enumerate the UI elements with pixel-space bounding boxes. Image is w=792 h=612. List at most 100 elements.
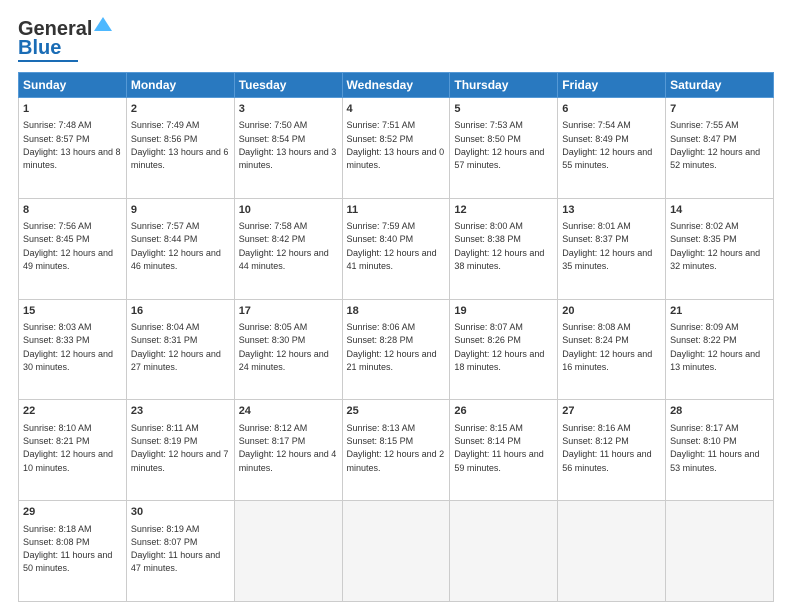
day-number: 10 — [239, 203, 338, 218]
calendar-day-cell: 18 Sunrise: 8:06 AMSunset: 8:28 PMDayligh… — [342, 299, 450, 400]
calendar-day-cell: 10 Sunrise: 7:58 AMSunset: 8:42 PMDayligh… — [234, 198, 342, 299]
day-number: 29 — [23, 505, 122, 520]
page: General Blue SundayMondayTuesdayWednesda… — [0, 0, 792, 612]
day-info: Sunrise: 7:48 AMSunset: 8:57 PMDaylight:… — [23, 120, 121, 170]
calendar-day-cell: 15Sunrise: 8:03 AMSunset: 8:33 PMDayligh… — [19, 299, 127, 400]
day-header-thursday: Thursday — [450, 73, 558, 98]
calendar-header-row: SundayMondayTuesdayWednesdayThursdayFrid… — [19, 73, 774, 98]
day-number: 2 — [131, 102, 230, 117]
day-header-monday: Monday — [126, 73, 234, 98]
logo: General Blue — [18, 18, 112, 62]
calendar-day-cell: 16 Sunrise: 8:04 AMSunset: 8:31 PMDayligh… — [126, 299, 234, 400]
calendar-day-cell — [342, 501, 450, 602]
calendar-day-cell: 9 Sunrise: 7:57 AMSunset: 8:44 PMDaylight… — [126, 198, 234, 299]
day-number: 27 — [562, 404, 661, 419]
day-number: 14 — [670, 203, 769, 218]
calendar-day-cell: 13Sunrise: 8:01 AMSunset: 8:37 PMDayligh… — [558, 198, 666, 299]
day-number: 1 — [23, 102, 122, 117]
day-info: Sunrise: 7:49 AMSunset: 8:56 PMDaylight:… — [131, 120, 229, 170]
day-header-friday: Friday — [558, 73, 666, 98]
day-header-sunday: Sunday — [19, 73, 127, 98]
day-info: Sunrise: 7:59 AMSunset: 8:40 PMDaylight:… — [347, 221, 437, 271]
calendar-day-cell: 30Sunrise: 8:19 AMSunset: 8:07 PMDayligh… — [126, 501, 234, 602]
calendar-week-row: 29 Sunrise: 8:18 AMSunset: 8:08 PMDayligh… — [19, 501, 774, 602]
day-info: Sunrise: 8:06 AMSunset: 8:28 PMDaylight:… — [347, 322, 437, 372]
calendar-week-row: 1 Sunrise: 7:48 AMSunset: 8:57 PMDaylight… — [19, 98, 774, 199]
day-number: 8 — [23, 203, 122, 218]
day-info: Sunrise: 8:04 AMSunset: 8:31 PMDaylight:… — [131, 322, 221, 372]
calendar-day-cell: 28 Sunrise: 8:17 AMSunset: 8:10 PMDayligh… — [666, 400, 774, 501]
day-number: 11 — [347, 203, 446, 218]
calendar-day-cell: 11 Sunrise: 7:59 AMSunset: 8:40 PMDayligh… — [342, 198, 450, 299]
calendar-day-cell: 26 Sunrise: 8:15 AMSunset: 8:14 PMDayligh… — [450, 400, 558, 501]
day-number: 21 — [670, 304, 769, 319]
calendar-day-cell: 1 Sunrise: 7:48 AMSunset: 8:57 PMDaylight… — [19, 98, 127, 199]
calendar-day-cell: 20 Sunrise: 8:08 AMSunset: 8:24 PMDayligh… — [558, 299, 666, 400]
day-header-wednesday: Wednesday — [342, 73, 450, 98]
calendar-day-cell — [234, 501, 342, 602]
day-number: 16 — [131, 304, 230, 319]
day-number: 9 — [131, 203, 230, 218]
calendar-day-cell: 21Sunrise: 8:09 AMSunset: 8:22 PMDayligh… — [666, 299, 774, 400]
calendar-day-cell: 7Sunrise: 7:55 AMSunset: 8:47 PMDaylight… — [666, 98, 774, 199]
day-info: Sunrise: 8:16 AMSunset: 8:12 PMDaylight:… — [562, 423, 651, 473]
calendar-day-cell: 4 Sunrise: 7:51 AMSunset: 8:52 PMDaylight… — [342, 98, 450, 199]
day-info: Sunrise: 8:02 AMSunset: 8:35 PMDaylight:… — [670, 221, 760, 271]
day-number: 26 — [454, 404, 553, 419]
day-info: Sunrise: 8:11 AMSunset: 8:19 PMDaylight:… — [131, 423, 229, 473]
day-number: 30 — [131, 505, 230, 520]
calendar-day-cell — [450, 501, 558, 602]
day-header-tuesday: Tuesday — [234, 73, 342, 98]
day-number: 5 — [454, 102, 553, 117]
day-info: Sunrise: 7:57 AMSunset: 8:44 PMDaylight:… — [131, 221, 221, 271]
calendar-week-row: 8 Sunrise: 7:56 AMSunset: 8:45 PMDaylight… — [19, 198, 774, 299]
calendar-day-cell: 2 Sunrise: 7:49 AMSunset: 8:56 PMDaylight… — [126, 98, 234, 199]
day-number: 15 — [23, 304, 122, 319]
day-info: Sunrise: 8:05 AMSunset: 8:30 PMDaylight:… — [239, 322, 329, 372]
calendar-day-cell: 14 Sunrise: 8:02 AMSunset: 8:35 PMDayligh… — [666, 198, 774, 299]
logo-blue: Blue — [18, 37, 61, 59]
calendar-day-cell — [666, 501, 774, 602]
calendar-day-cell: 29 Sunrise: 8:18 AMSunset: 8:08 PMDayligh… — [19, 501, 127, 602]
calendar-day-cell: 6Sunrise: 7:54 AMSunset: 8:49 PMDaylight… — [558, 98, 666, 199]
calendar-day-cell: 17 Sunrise: 8:05 AMSunset: 8:30 PMDayligh… — [234, 299, 342, 400]
calendar-day-cell: 5Sunrise: 7:53 AMSunset: 8:50 PMDaylight… — [450, 98, 558, 199]
calendar-day-cell: 8 Sunrise: 7:56 AMSunset: 8:45 PMDaylight… — [19, 198, 127, 299]
day-info: Sunrise: 8:08 AMSunset: 8:24 PMDaylight:… — [562, 322, 652, 372]
day-number: 22 — [23, 404, 122, 419]
day-info: Sunrise: 7:51 AMSunset: 8:52 PMDaylight:… — [347, 120, 445, 170]
day-info: Sunrise: 8:13 AMSunset: 8:15 PMDaylight:… — [347, 423, 445, 473]
day-info: Sunrise: 8:17 AMSunset: 8:10 PMDaylight:… — [670, 423, 759, 473]
day-number: 20 — [562, 304, 661, 319]
day-info: Sunrise: 7:56 AMSunset: 8:45 PMDaylight:… — [23, 221, 113, 271]
header: General Blue — [18, 18, 774, 62]
calendar-day-cell: 27 Sunrise: 8:16 AMSunset: 8:12 PMDayligh… — [558, 400, 666, 501]
day-info: Sunrise: 8:01 AMSunset: 8:37 PMDaylight:… — [562, 221, 652, 271]
day-info: Sunrise: 8:15 AMSunset: 8:14 PMDaylight:… — [454, 423, 543, 473]
calendar-day-cell: 25 Sunrise: 8:13 AMSunset: 8:15 PMDayligh… — [342, 400, 450, 501]
logo-triangle-icon — [94, 15, 112, 33]
day-info: Sunrise: 7:55 AMSunset: 8:47 PMDaylight:… — [670, 120, 760, 170]
logo-underline — [18, 60, 78, 62]
day-info: Sunrise: 8:00 AMSunset: 8:38 PMDaylight:… — [454, 221, 544, 271]
calendar-week-row: 15Sunrise: 8:03 AMSunset: 8:33 PMDayligh… — [19, 299, 774, 400]
day-number: 24 — [239, 404, 338, 419]
day-number: 18 — [347, 304, 446, 319]
day-number: 23 — [131, 404, 230, 419]
day-info: Sunrise: 8:10 AMSunset: 8:21 PMDaylight:… — [23, 423, 113, 473]
calendar-day-cell — [558, 501, 666, 602]
day-info: Sunrise: 7:58 AMSunset: 8:42 PMDaylight:… — [239, 221, 329, 271]
day-info: Sunrise: 7:54 AMSunset: 8:49 PMDaylight:… — [562, 120, 652, 170]
day-header-saturday: Saturday — [666, 73, 774, 98]
day-number: 4 — [347, 102, 446, 117]
day-number: 17 — [239, 304, 338, 319]
calendar-day-cell: 24Sunrise: 8:12 AMSunset: 8:17 PMDayligh… — [234, 400, 342, 501]
day-info: Sunrise: 7:50 AMSunset: 8:54 PMDaylight:… — [239, 120, 337, 170]
day-number: 25 — [347, 404, 446, 419]
calendar-table: SundayMondayTuesdayWednesdayThursdayFrid… — [18, 72, 774, 602]
calendar-day-cell: 23 Sunrise: 8:11 AMSunset: 8:19 PMDayligh… — [126, 400, 234, 501]
calendar-day-cell: 19Sunrise: 8:07 AMSunset: 8:26 PMDayligh… — [450, 299, 558, 400]
day-info: Sunrise: 8:18 AMSunset: 8:08 PMDaylight:… — [23, 524, 112, 574]
day-number: 19 — [454, 304, 553, 319]
day-number: 28 — [670, 404, 769, 419]
